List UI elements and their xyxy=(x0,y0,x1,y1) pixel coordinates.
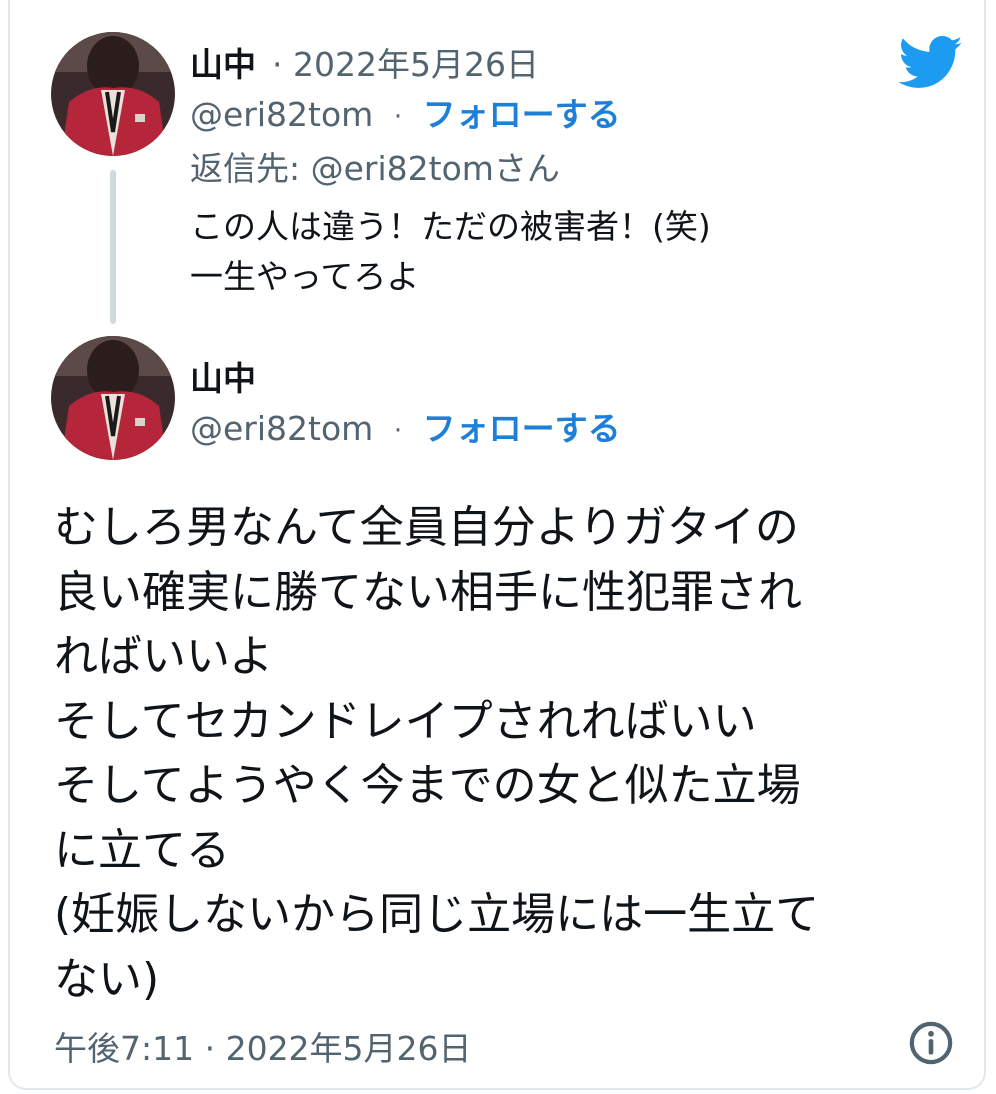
separator-dot: · xyxy=(272,45,283,84)
thread-connector-line xyxy=(110,170,116,324)
main-author-avatar[interactable] xyxy=(51,336,175,460)
reply-author-handle[interactable]: @eri82tom xyxy=(190,95,373,134)
replying-to-label[interactable]: 返信先: @eri82tomさん xyxy=(190,142,560,190)
main-handle-row: @eri82tom · フォローする xyxy=(190,402,621,450)
reply-tweet-text: この人は違う！ただの被害者！(笑) 一生やってろよ xyxy=(190,207,711,296)
twitter-bird-icon[interactable] xyxy=(898,36,964,94)
main-author-handle[interactable]: @eri82tom xyxy=(190,409,373,448)
reply-author-name[interactable]: 山中 xyxy=(190,38,256,86)
main-follow-button[interactable]: フォローする xyxy=(423,409,621,448)
main-tweet-timestamp[interactable]: 午後7:11 · 2022年5月26日 xyxy=(54,1022,472,1070)
separator-dot: · xyxy=(393,415,403,446)
reply-date[interactable]: 2022年5月26日 xyxy=(293,45,539,84)
reply-author-avatar[interactable] xyxy=(51,32,175,156)
reply-follow-button[interactable]: フォローする xyxy=(423,95,621,134)
reply-handle-row: @eri82tom · フォローする xyxy=(190,88,621,136)
info-icon[interactable] xyxy=(908,1020,954,1070)
separator-dot: · xyxy=(393,101,403,132)
main-author-name[interactable]: 山中 xyxy=(190,352,256,400)
reply-meta-date: · 2022年5月26日 xyxy=(272,38,539,86)
main-tweet-text: むしろ男なんて全員自分よりガタイの 良い確実に勝てない相手に性犯罪され ればいい… xyxy=(54,502,820,1005)
